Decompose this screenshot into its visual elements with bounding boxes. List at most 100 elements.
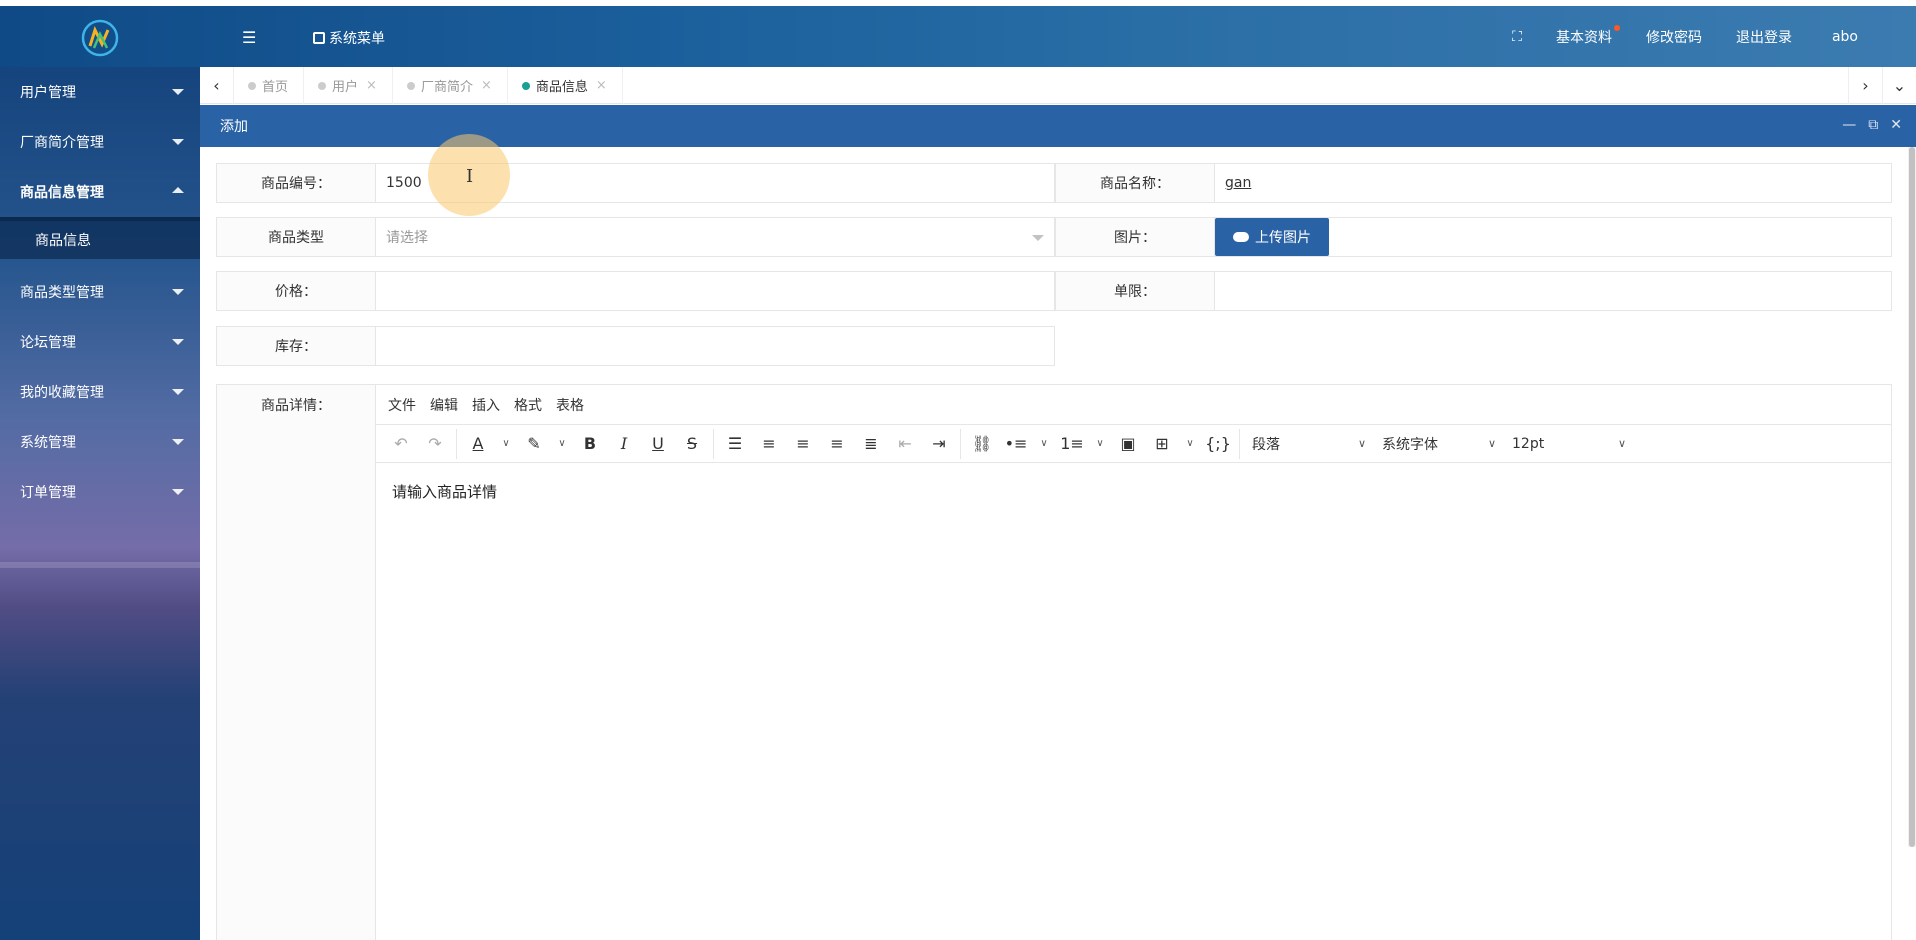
editor-menu-insert[interactable]: 插入 bbox=[472, 395, 500, 415]
numbered-list-icon[interactable]: 1≡ bbox=[1055, 429, 1089, 459]
chevron-right-icon[interactable]: › bbox=[1848, 67, 1882, 104]
menu-icon[interactable]: ☰ bbox=[242, 28, 256, 47]
editor-menu-format[interactable]: 格式 bbox=[514, 395, 542, 415]
product-type-placeholder: 请选择 bbox=[386, 230, 428, 246]
upload-image-label: 上传图片 bbox=[1255, 230, 1311, 246]
line-height-icon[interactable]: ☰ bbox=[718, 429, 752, 459]
maximize-icon[interactable]: ⧉ bbox=[1868, 117, 1878, 133]
limit-input[interactable] bbox=[1215, 271, 1892, 311]
profile-link[interactable]: 基本资料 bbox=[1556, 24, 1620, 47]
font-size-value: 12pt bbox=[1512, 435, 1545, 452]
chevron-down-icon[interactable]: ∨ bbox=[1089, 429, 1111, 459]
italic-icon[interactable]: I bbox=[607, 429, 641, 459]
sidebar-item-user-management[interactable]: 用户管理 bbox=[0, 67, 200, 117]
bullet-list-icon[interactable]: •≡ bbox=[999, 429, 1033, 459]
sidebar-subitem-product-info[interactable]: 商品信息 bbox=[0, 217, 200, 259]
caret-down-icon bbox=[172, 389, 184, 395]
sidebar-item-product-management[interactable]: 商品信息管理 bbox=[0, 167, 200, 217]
chevron-down-icon[interactable]: ∨ bbox=[495, 429, 517, 459]
product-type-select[interactable]: 请选择 bbox=[376, 217, 1055, 257]
scrollbar-thumb[interactable] bbox=[1909, 147, 1915, 847]
editor-menu-file[interactable]: 文件 bbox=[388, 395, 416, 415]
underline-icon[interactable]: U bbox=[641, 429, 675, 459]
text-color-icon[interactable]: A bbox=[461, 429, 495, 459]
product-name-input[interactable]: gan bbox=[1215, 163, 1892, 203]
dialog-scrollbar[interactable] bbox=[1908, 147, 1916, 847]
chevron-down-icon[interactable]: ∨ bbox=[551, 429, 573, 459]
app-root: ☰ 系统菜单 ⛶ 基本资料 修改密码 退出登录 abo 用户管理 厂商简介管理 bbox=[0, 0, 1916, 940]
outdent-icon[interactable]: ⇤ bbox=[888, 429, 922, 459]
align-right-icon[interactable]: ≡ bbox=[820, 429, 854, 459]
chevron-down-icon[interactable]: ∨ bbox=[1179, 429, 1201, 459]
indent-icon[interactable]: ⇥ bbox=[922, 429, 956, 459]
tab-product-info[interactable]: 商品信息 × bbox=[508, 67, 623, 104]
editor-toolbar: ↶ ↷ A ∨ ✎ ∨ B I U S ☰ ≡ ≡ ≡ ≣ ⇤ ⇥ ⛓ •≡ ∨… bbox=[376, 425, 1891, 463]
sidebar-item-order-management[interactable]: 订单管理 bbox=[0, 467, 200, 517]
tab-strip: ‹ 首页 用户 × 厂商简介 × 商品信息 × › ⌄ bbox=[200, 67, 1916, 104]
editor-menu-table[interactable]: 表格 bbox=[556, 395, 584, 415]
chevron-down-icon: ∨ bbox=[1617, 437, 1626, 450]
font-family-select[interactable]: 系统字体 ∨ bbox=[1374, 429, 1504, 459]
close-icon[interactable]: × bbox=[596, 78, 607, 93]
sidebar-item-product-type-management[interactable]: 商品类型管理 bbox=[0, 267, 200, 317]
tab-dot bbox=[318, 82, 327, 90]
tab-vendor-intro[interactable]: 厂商简介 × bbox=[393, 67, 508, 104]
editor-menu-edit[interactable]: 编辑 bbox=[430, 395, 458, 415]
table-icon[interactable]: ⊞ bbox=[1145, 429, 1179, 459]
username[interactable]: abo bbox=[1832, 29, 1858, 45]
strikethrough-icon[interactable]: S bbox=[675, 429, 709, 459]
sidebar-subitem-label: 商品信息 bbox=[35, 233, 91, 249]
rich-text-editor: 文件 编辑 插入 格式 表格 ↶ ↷ A ∨ ✎ ∨ B I U S ☰ ≡ ≡… bbox=[376, 384, 1892, 940]
sidebar-item-label: 论坛管理 bbox=[20, 335, 76, 351]
code-sample-icon[interactable]: {;} bbox=[1201, 429, 1235, 459]
tab-home[interactable]: 首页 bbox=[234, 67, 305, 104]
editor-content-area[interactable]: 请输入商品详情 bbox=[376, 463, 1891, 520]
close-icon[interactable]: × bbox=[481, 78, 492, 93]
tab-user[interactable]: 用户 × bbox=[304, 67, 393, 104]
editor-menubar: 文件 编辑 插入 格式 表格 bbox=[376, 385, 1891, 425]
expand-icon[interactable]: ⛶ bbox=[1512, 29, 1522, 45]
system-menu-label: 系统菜单 bbox=[329, 31, 385, 47]
logout-link[interactable]: 退出登录 bbox=[1736, 27, 1792, 47]
stock-input[interactable] bbox=[376, 326, 1055, 366]
price-input[interactable] bbox=[376, 271, 1055, 311]
toolbar-separator bbox=[713, 428, 714, 459]
image-icon[interactable]: ▣ bbox=[1111, 429, 1145, 459]
block-format-select[interactable]: 段落 ∨ bbox=[1244, 429, 1374, 459]
close-icon[interactable]: ✕ bbox=[1890, 117, 1902, 133]
menu-book-icon bbox=[313, 32, 325, 44]
toolbar-separator bbox=[960, 428, 961, 459]
caret-down-icon bbox=[172, 89, 184, 95]
sidebar-item-vendor-management[interactable]: 厂商简介管理 bbox=[0, 117, 200, 167]
sidebar-item-favorites-management[interactable]: 我的收藏管理 bbox=[0, 367, 200, 417]
chevron-down-icon[interactable]: ⌄ bbox=[1882, 67, 1916, 104]
link-icon[interactable]: ⛓ bbox=[965, 429, 999, 459]
align-left-icon[interactable]: ≡ bbox=[752, 429, 786, 459]
bold-icon[interactable]: B bbox=[573, 429, 607, 459]
chevron-down-icon[interactable]: ∨ bbox=[1033, 429, 1055, 459]
system-menu[interactable]: 系统菜单 bbox=[313, 28, 385, 48]
top-header: ☰ 系统菜单 ⛶ 基本资料 修改密码 退出登录 abo bbox=[0, 6, 1916, 67]
change-password-link[interactable]: 修改密码 bbox=[1646, 27, 1702, 47]
stock-label: 库存： bbox=[216, 326, 376, 366]
tab-dot bbox=[248, 82, 256, 90]
chevron-left-icon[interactable]: ‹ bbox=[200, 67, 234, 104]
upload-image-button[interactable]: 上传图片 bbox=[1215, 218, 1329, 256]
background-horizon bbox=[0, 562, 200, 568]
close-icon[interactable]: × bbox=[366, 78, 377, 93]
undo-icon[interactable]: ↶ bbox=[384, 429, 418, 459]
form-row-type-image: 商品类型 请选择 图片： 上传图片 bbox=[216, 217, 1892, 257]
minimize-icon[interactable]: — bbox=[1842, 117, 1856, 133]
product-name-value: gan bbox=[1225, 175, 1252, 191]
sidebar-item-system-management[interactable]: 系统管理 bbox=[0, 417, 200, 467]
highlight-color-icon[interactable]: ✎ bbox=[517, 429, 551, 459]
chevron-down-icon: ∨ bbox=[1357, 437, 1366, 450]
align-center-icon[interactable]: ≡ bbox=[786, 429, 820, 459]
redo-icon[interactable]: ↷ bbox=[418, 429, 452, 459]
image-label: 图片： bbox=[1055, 217, 1215, 257]
sidebar-item-forum-management[interactable]: 论坛管理 bbox=[0, 317, 200, 367]
sidebar: 用户管理 厂商简介管理 商品信息管理 商品信息 商品类型管理 论坛管理 我的收藏… bbox=[0, 67, 200, 940]
align-justify-icon[interactable]: ≣ bbox=[854, 429, 888, 459]
font-size-select[interactable]: 12pt ∨ bbox=[1504, 429, 1634, 459]
sidebar-item-label: 厂商简介管理 bbox=[20, 135, 104, 151]
